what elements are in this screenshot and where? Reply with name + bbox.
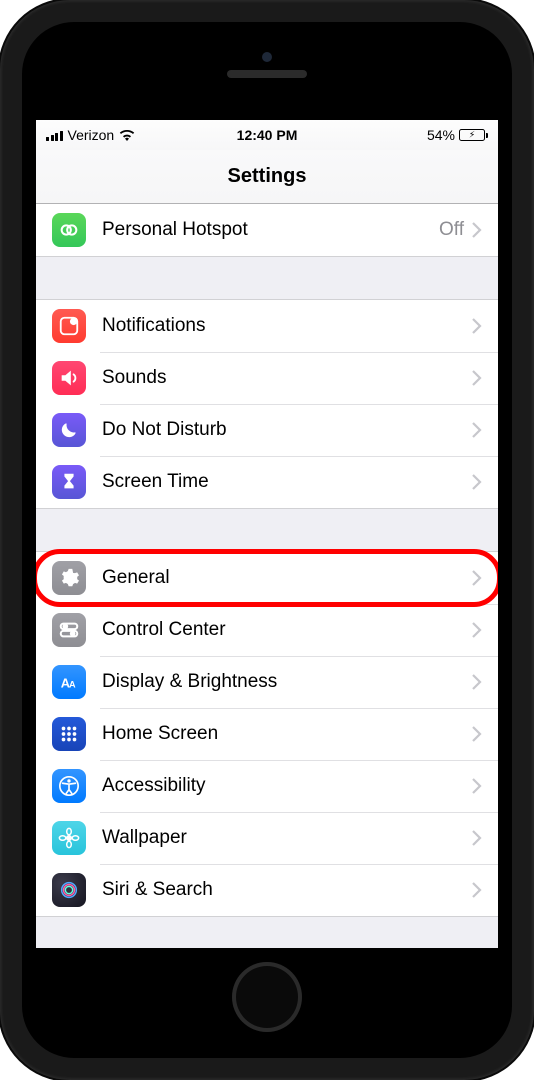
siri-icon	[52, 873, 86, 907]
settings-group: Personal Hotspot Off	[36, 204, 498, 257]
accessibility-icon	[52, 769, 86, 803]
nav-header: Settings	[36, 150, 498, 204]
settings-row-sounds[interactable]: Sounds	[36, 352, 498, 404]
settings-row-siri-search[interactable]: Siri & Search	[36, 864, 498, 916]
battery-icon: ⚡︎	[459, 129, 488, 141]
chevron-right-icon	[472, 318, 482, 334]
notifications-icon	[52, 309, 86, 343]
row-label: Wallpaper	[102, 827, 472, 849]
page-title: Settings	[228, 165, 307, 188]
row-label: Screen Time	[102, 471, 472, 493]
sounds-icon	[52, 361, 86, 395]
row-label: Accessibility	[102, 775, 472, 797]
carrier-label: Verizon	[68, 127, 115, 143]
settings-row-display-brightness[interactable]: AA Display & Brightness	[36, 656, 498, 708]
chevron-right-icon	[472, 370, 482, 386]
chevron-right-icon	[472, 778, 482, 794]
chevron-right-icon	[472, 222, 482, 238]
chevron-right-icon	[472, 674, 482, 690]
settings-row-do-not-disturb[interactable]: Do Not Disturb	[36, 404, 498, 456]
row-label: Siri & Search	[102, 879, 472, 901]
status-bar: Verizon 12:40 PM 54% ⚡︎	[36, 120, 498, 150]
phone-frame: Verizon 12:40 PM 54% ⚡︎	[0, 0, 534, 1080]
settings-row-accessibility[interactable]: Accessibility	[36, 760, 498, 812]
gear-icon	[52, 561, 86, 595]
flower-icon	[52, 821, 86, 855]
row-label: Notifications	[102, 315, 472, 337]
chevron-right-icon	[472, 830, 482, 846]
chevron-right-icon	[472, 882, 482, 898]
hourglass-icon	[52, 465, 86, 499]
home-button[interactable]	[232, 962, 302, 1032]
chevron-right-icon	[472, 726, 482, 742]
moon-icon	[52, 413, 86, 447]
settings-row-notifications[interactable]: Notifications	[36, 300, 498, 352]
speaker	[227, 70, 307, 78]
text-size-icon: AA	[52, 665, 86, 699]
row-label: Display & Brightness	[102, 671, 472, 693]
settings-row-general[interactable]: General	[36, 552, 498, 604]
settings-list[interactable]: Personal Hotspot Off Notifications	[36, 204, 498, 917]
row-label: General	[102, 567, 472, 589]
row-value: Off	[439, 219, 464, 241]
settings-row-personal-hotspot[interactable]: Personal Hotspot Off	[36, 204, 498, 256]
chevron-right-icon	[472, 622, 482, 638]
settings-group: General Control Center AA	[36, 551, 498, 917]
row-label: Home Screen	[102, 723, 472, 745]
row-label: Sounds	[102, 367, 472, 389]
cellular-signal-icon	[46, 129, 63, 141]
screen: Verizon 12:40 PM 54% ⚡︎	[36, 120, 498, 948]
clock: 12:40 PM	[237, 127, 298, 143]
settings-row-control-center[interactable]: Control Center	[36, 604, 498, 656]
settings-row-home-screen[interactable]: Home Screen	[36, 708, 498, 760]
chevron-right-icon	[472, 570, 482, 586]
settings-row-wallpaper[interactable]: Wallpaper	[36, 812, 498, 864]
row-label: Control Center	[102, 619, 472, 641]
bezel: Verizon 12:40 PM 54% ⚡︎	[22, 22, 512, 1058]
toggles-icon	[52, 613, 86, 647]
front-camera	[262, 52, 272, 62]
settings-group: Notifications Sounds Do	[36, 299, 498, 509]
row-label: Do Not Disturb	[102, 419, 472, 441]
chevron-right-icon	[472, 422, 482, 438]
svg-text:A: A	[69, 680, 76, 690]
settings-row-screen-time[interactable]: Screen Time	[36, 456, 498, 508]
wifi-icon	[119, 129, 135, 141]
app-grid-icon	[52, 717, 86, 751]
chevron-right-icon	[472, 474, 482, 490]
row-label: Personal Hotspot	[102, 219, 439, 241]
battery-percent: 54%	[427, 127, 455, 143]
hotspot-icon	[52, 213, 86, 247]
